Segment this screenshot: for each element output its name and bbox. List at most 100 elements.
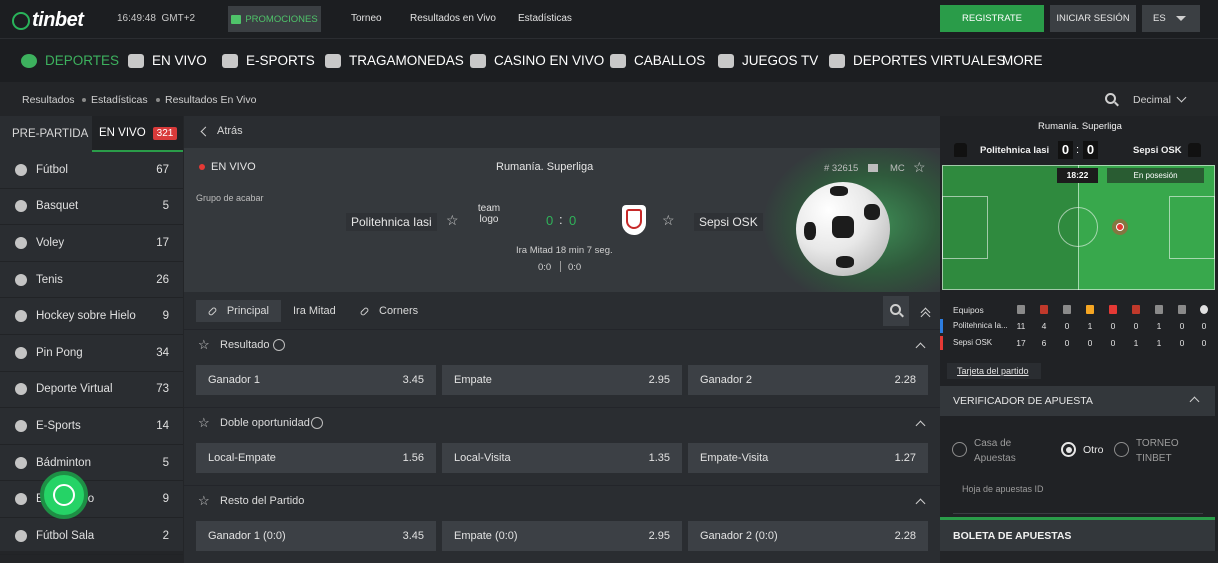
bet-id-input[interactable]: Hoja de apuestas ID [953,476,1203,514]
info-icon[interactable] [273,339,285,351]
sport-item[interactable]: Pin Pong 34 [0,335,183,372]
breadcrumb-estadisticas[interactable]: Estadísticas [91,94,148,106]
sport-item[interactable]: Voley 17 [0,225,183,262]
score-away: 0 [569,213,577,228]
category-juegos-tv[interactable]: JUEGOS TV [718,53,818,68]
tab-prematch[interactable]: PRE-PARTIDA [12,116,88,152]
odd-button[interactable]: Local-Visita 1.35 [442,443,682,473]
category-caballos[interactable]: CABALLOS [610,53,705,68]
search-icon[interactable] [1105,93,1116,104]
ball-patch [836,256,854,268]
sport-item[interactable]: Tenis 26 [0,262,183,299]
sport-item[interactable]: E-Sports 14 [0,408,183,445]
sport-item[interactable]: Basquet 5 [0,189,183,226]
sport-count: 9 [162,493,169,506]
sport-icon [15,310,27,323]
outcome-label: Empate (0:0) [454,530,518,542]
sport-item[interactable]: Deporte Virtual 73 [0,372,183,409]
home-favorite-star-icon[interactable]: ☆ [446,212,459,229]
away-team-logo [622,205,646,235]
tab-corners[interactable]: Corners [359,300,418,322]
mc-button[interactable]: MC [890,163,905,174]
market-block: ☆ Doble oportunidad Local-Empate 1.56 Local-… [184,407,940,485]
favorite-star-icon[interactable]: ☆ [198,494,210,507]
sport-item[interactable]: Hockey sobre Hielo 9 [0,298,183,335]
match-card-link[interactable]: Tarjeta del partido [957,366,1029,376]
sport-item[interactable]: Fútbol Sala 2 [0,518,183,555]
virtual-ball-icon [829,53,845,68]
outcome-label: Local-Visita [454,452,511,464]
away-favorite-star-icon[interactable]: ☆ [662,212,675,229]
odd-button[interactable]: Local-Empate 1.56 [196,443,436,473]
tab-label: Principal [226,305,269,317]
odd-button[interactable]: Ganador 1 3.45 [196,365,436,395]
ball-patch [832,216,854,238]
favorite-star-icon[interactable]: ☆ [198,338,210,351]
sport-icon [15,163,27,176]
bet-checker-header[interactable]: VERIFICADOR DE APUESTA [940,386,1215,416]
live-tv-icon [128,53,144,68]
sport-icon [15,346,27,359]
ball-patch [830,186,848,196]
category-en-vivo[interactable]: EN VIVO [128,53,207,68]
sport-item[interactable]: Fútbol 67 [0,152,183,189]
stats-icon[interactable] [868,164,878,172]
left-penalty-box [942,196,988,259]
favorite-star-icon[interactable]: ☆ [198,416,210,429]
odds-format-select[interactable]: Decimal [1133,94,1171,106]
language-select[interactable]: ES [1142,5,1200,32]
center-circle [1058,207,1098,247]
category-more[interactable]: MORE [1002,53,1043,68]
category-deportes[interactable]: DEPORTES [21,53,119,68]
breadcrumb-resultados[interactable]: Resultados [22,94,75,106]
nav-link-statistics[interactable]: Estadísticas [518,13,572,24]
odd-button[interactable]: Ganador 1 (0:0) 3.45 [196,521,436,551]
sport-item[interactable]: Balonmano9 [0,481,183,518]
market-block: ☆ Resultado Ganador 1 3.45 Empate 2.95 Ganador… [184,329,940,407]
clock: 16:49:48 GMT+2 [117,13,195,24]
odd-button[interactable]: Ganador 2 (0:0) 2.28 [688,521,928,551]
radio-casa-apuestas[interactable] [952,442,967,457]
tab-principal[interactable]: Principal [196,300,281,322]
category-label: CABALLOS [634,53,706,68]
whatsapp-button[interactable] [40,471,88,519]
odd-button[interactable]: Empate 2.95 [442,365,682,395]
category-deportes-virtuales[interactable]: DEPORTES VIRTUALES [829,53,1006,68]
category-esports[interactable]: E-SPORTS [222,53,315,68]
nav-link-torneo[interactable]: Torneo [351,13,382,24]
odd-button[interactable]: Empate (0:0) 2.95 [442,521,682,551]
radio-otro[interactable] [1061,442,1076,457]
brand-logo[interactable]: tinbet [12,9,84,32]
tab-live[interactable]: EN VIVO 321 [92,116,183,152]
half-divider [560,261,561,272]
category-label: DEPORTES [45,53,120,68]
nav-link-live-results[interactable]: Resultados en Vivo [410,13,496,24]
back-link[interactable]: Atrás [217,125,243,137]
category-nav: DEPORTES EN VIVO E-SPORTS TRAGAMONEDAS C… [0,38,1218,82]
register-button[interactable]: REGISTRATE [940,5,1044,32]
login-button[interactable]: INICIAR SESIÓN [1050,5,1136,32]
sport-label: Fútbol [36,163,68,176]
category-casino-en-vivo[interactable]: CASINO EN VIVO [470,53,604,68]
right-penalty-box [1169,196,1215,259]
odd-button[interactable]: Ganador 2 2.28 [688,365,928,395]
sport-item[interactable]: Bádminton 5 [0,445,183,482]
away-jersey-icon [1188,143,1201,157]
promotions-button[interactable]: PROMOCIONES [228,6,321,32]
clock-timezone: GMT+2 [161,13,196,24]
betslip-header[interactable]: BOLETA DE APUESTAS [940,517,1215,551]
favorite-star-icon[interactable]: ☆ [913,159,926,176]
home-team-logo: team logo [477,203,501,225]
possession-label: En posesión [1107,168,1204,183]
stats-value: 1 [1133,338,1139,348]
outcome-odd: 2.95 [648,374,670,386]
chevron-up-icon[interactable] [915,498,926,509]
category-tragamonedas[interactable]: TRAGAMONEDAS [325,53,464,68]
chevron-up-icon[interactable] [915,420,926,431]
radio-torneo[interactable] [1114,442,1129,457]
odd-button[interactable]: Empate-Visita 1.27 [688,443,928,473]
tab-ira-mitad[interactable]: Ira Mitad [293,300,336,322]
info-icon[interactable] [311,417,323,429]
gamepad-icon [222,53,238,68]
chevron-up-icon[interactable] [915,342,926,353]
